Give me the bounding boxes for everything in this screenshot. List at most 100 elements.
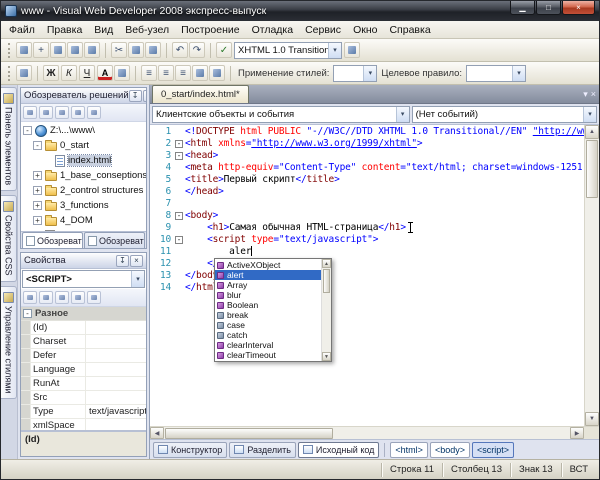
- add-new-item-icon[interactable]: +: [33, 42, 49, 58]
- expander-icon[interactable]: -: [23, 126, 32, 135]
- copy-icon[interactable]: [128, 42, 144, 58]
- side-tab-css-properties[interactable]: Свойства CSS: [1, 195, 17, 282]
- menu-item-6[interactable]: Сервис: [299, 23, 347, 37]
- view-tab-source[interactable]: Исходный код: [298, 442, 380, 458]
- chevron-down-icon[interactable]: ▾: [396, 107, 409, 122]
- side-tab-toolbox[interactable]: Панель элементов: [1, 87, 17, 191]
- property-row[interactable]: Defer: [21, 349, 146, 363]
- intellisense-scrollbar[interactable]: ▲ ▼: [321, 259, 331, 361]
- fold-margin[interactable]: -: [174, 138, 185, 150]
- selected-object-combo[interactable]: <SCRIPT> ▾: [22, 270, 145, 288]
- bullet-list-icon[interactable]: [192, 65, 208, 81]
- view-tab-split[interactable]: Разделить: [229, 442, 296, 458]
- menu-item-1[interactable]: Правка: [41, 23, 88, 37]
- collapse-icon[interactable]: -: [175, 152, 183, 160]
- property-value[interactable]: [86, 349, 146, 362]
- scroll-track[interactable]: [585, 199, 599, 412]
- menu-item-0[interactable]: Файл: [3, 23, 41, 37]
- expander-icon[interactable]: +: [33, 171, 42, 180]
- categorized-icon[interactable]: [23, 291, 37, 304]
- code-line-4[interactable]: 4<meta http-equiv="Content-Type" content…: [150, 162, 584, 174]
- maximize-button[interactable]: □: [536, 1, 561, 15]
- menu-item-5[interactable]: Отладка: [246, 23, 300, 37]
- toolbar-grip[interactable]: [8, 43, 11, 58]
- close-document-icon[interactable]: ×: [591, 90, 596, 99]
- intellisense-item[interactable]: catch: [215, 330, 321, 340]
- collapse-icon[interactable]: -: [175, 140, 183, 148]
- align-right-icon[interactable]: ≡: [175, 65, 191, 81]
- font-color-icon[interactable]: А: [97, 65, 113, 81]
- css-manage-icon[interactable]: [16, 65, 32, 81]
- code-line-2[interactable]: 2-<html xmlns="http://www.w3.org/1999/xh…: [150, 138, 584, 150]
- document-tab[interactable]: 0_start/index.html*: [152, 85, 249, 103]
- view-code-icon[interactable]: [71, 106, 85, 119]
- chevron-down-icon[interactable]: ▾: [363, 66, 376, 81]
- code-line-3[interactable]: 3-<head>: [150, 150, 584, 162]
- chevron-down-icon[interactable]: ▾: [131, 271, 144, 287]
- redo-icon[interactable]: ↷: [189, 42, 205, 58]
- event-combo[interactable]: (Нет событий) ▾: [412, 106, 597, 123]
- intellisense-item[interactable]: blur: [215, 290, 321, 300]
- paste-icon[interactable]: [145, 42, 161, 58]
- expander-icon[interactable]: +: [33, 186, 42, 195]
- fold-margin[interactable]: -: [174, 234, 185, 246]
- intellisense-item[interactable]: alert: [215, 270, 321, 280]
- menu-item-7[interactable]: Окно: [347, 23, 383, 37]
- intellisense-item[interactable]: break: [215, 310, 321, 320]
- tree-item[interactable]: +2_control structures: [21, 183, 146, 198]
- nest-related-files-icon[interactable]: [55, 106, 69, 119]
- intellisense-item[interactable]: Boolean: [215, 300, 321, 310]
- scroll-track[interactable]: [322, 294, 331, 352]
- minimize-button[interactable]: ▁: [510, 1, 535, 15]
- property-row[interactable]: Src: [21, 391, 146, 405]
- tree-item[interactable]: -0_start: [21, 138, 146, 153]
- chevron-down-icon[interactable]: ▾: [328, 43, 341, 58]
- side-tab-manage-styles[interactable]: Управление стилями: [1, 286, 17, 400]
- text-highlight-icon[interactable]: [114, 65, 130, 81]
- close-button[interactable]: ×: [562, 1, 595, 15]
- pin-icon[interactable]: ↧: [116, 255, 129, 267]
- solution-explorer-titlebar[interactable]: Обозреватель решений ↧ ×: [21, 88, 146, 104]
- code-line-5[interactable]: 5<title>Первый скрипт</title>: [150, 174, 584, 186]
- undo-icon[interactable]: ↶: [172, 42, 188, 58]
- view-designer-icon[interactable]: [87, 106, 101, 119]
- cut-icon[interactable]: ✂: [111, 42, 127, 58]
- scroll-left-icon[interactable]: ◀: [150, 427, 164, 439]
- scroll-thumb[interactable]: [586, 140, 598, 198]
- properties-icon[interactable]: [55, 291, 69, 304]
- scroll-down-icon[interactable]: ▼: [322, 352, 331, 361]
- fold-margin[interactable]: -: [174, 150, 185, 162]
- expander-icon[interactable]: -: [33, 141, 42, 150]
- fold-margin[interactable]: -: [174, 210, 185, 222]
- collapse-icon[interactable]: -: [175, 212, 183, 220]
- numbered-list-icon[interactable]: [209, 65, 225, 81]
- horizontal-scrollbar[interactable]: ◀ ▶: [150, 426, 599, 439]
- pin-icon[interactable]: ↧: [129, 90, 142, 102]
- tree-item[interactable]: +4_DOM: [21, 213, 146, 228]
- scroll-up-icon[interactable]: ▲: [585, 125, 599, 139]
- new-website-icon[interactable]: [16, 42, 32, 58]
- intellisense-item[interactable]: clearTimeout: [215, 350, 321, 360]
- open-file-icon[interactable]: [50, 42, 66, 58]
- refresh-icon[interactable]: [39, 106, 53, 119]
- scroll-up-icon[interactable]: ▲: [322, 259, 331, 268]
- property-pages-icon[interactable]: [87, 291, 101, 304]
- bold-button[interactable]: Ж: [43, 65, 59, 81]
- property-row[interactable]: RunAt: [21, 377, 146, 391]
- underline-button[interactable]: Ч: [79, 65, 95, 81]
- html-validation-icon[interactable]: ✓: [216, 42, 232, 58]
- intellisense-item[interactable]: Array: [215, 280, 321, 290]
- scroll-thumb[interactable]: [323, 269, 330, 293]
- scroll-thumb[interactable]: [165, 428, 333, 439]
- property-value[interactable]: [86, 363, 146, 376]
- code-line-7[interactable]: 7: [150, 198, 584, 210]
- expander-icon[interactable]: +: [33, 201, 42, 210]
- property-row[interactable]: Language: [21, 363, 146, 377]
- chevron-down-icon[interactable]: ▾: [583, 107, 596, 122]
- explorer-bottom-tab-1[interactable]: Обозревател...: [84, 232, 145, 248]
- property-row[interactable]: Charset: [21, 335, 146, 349]
- close-icon[interactable]: ×: [143, 90, 146, 102]
- tree-item[interactable]: -Z:\...\www\: [21, 123, 146, 138]
- property-value[interactable]: [86, 321, 146, 334]
- close-icon[interactable]: ×: [130, 255, 143, 267]
